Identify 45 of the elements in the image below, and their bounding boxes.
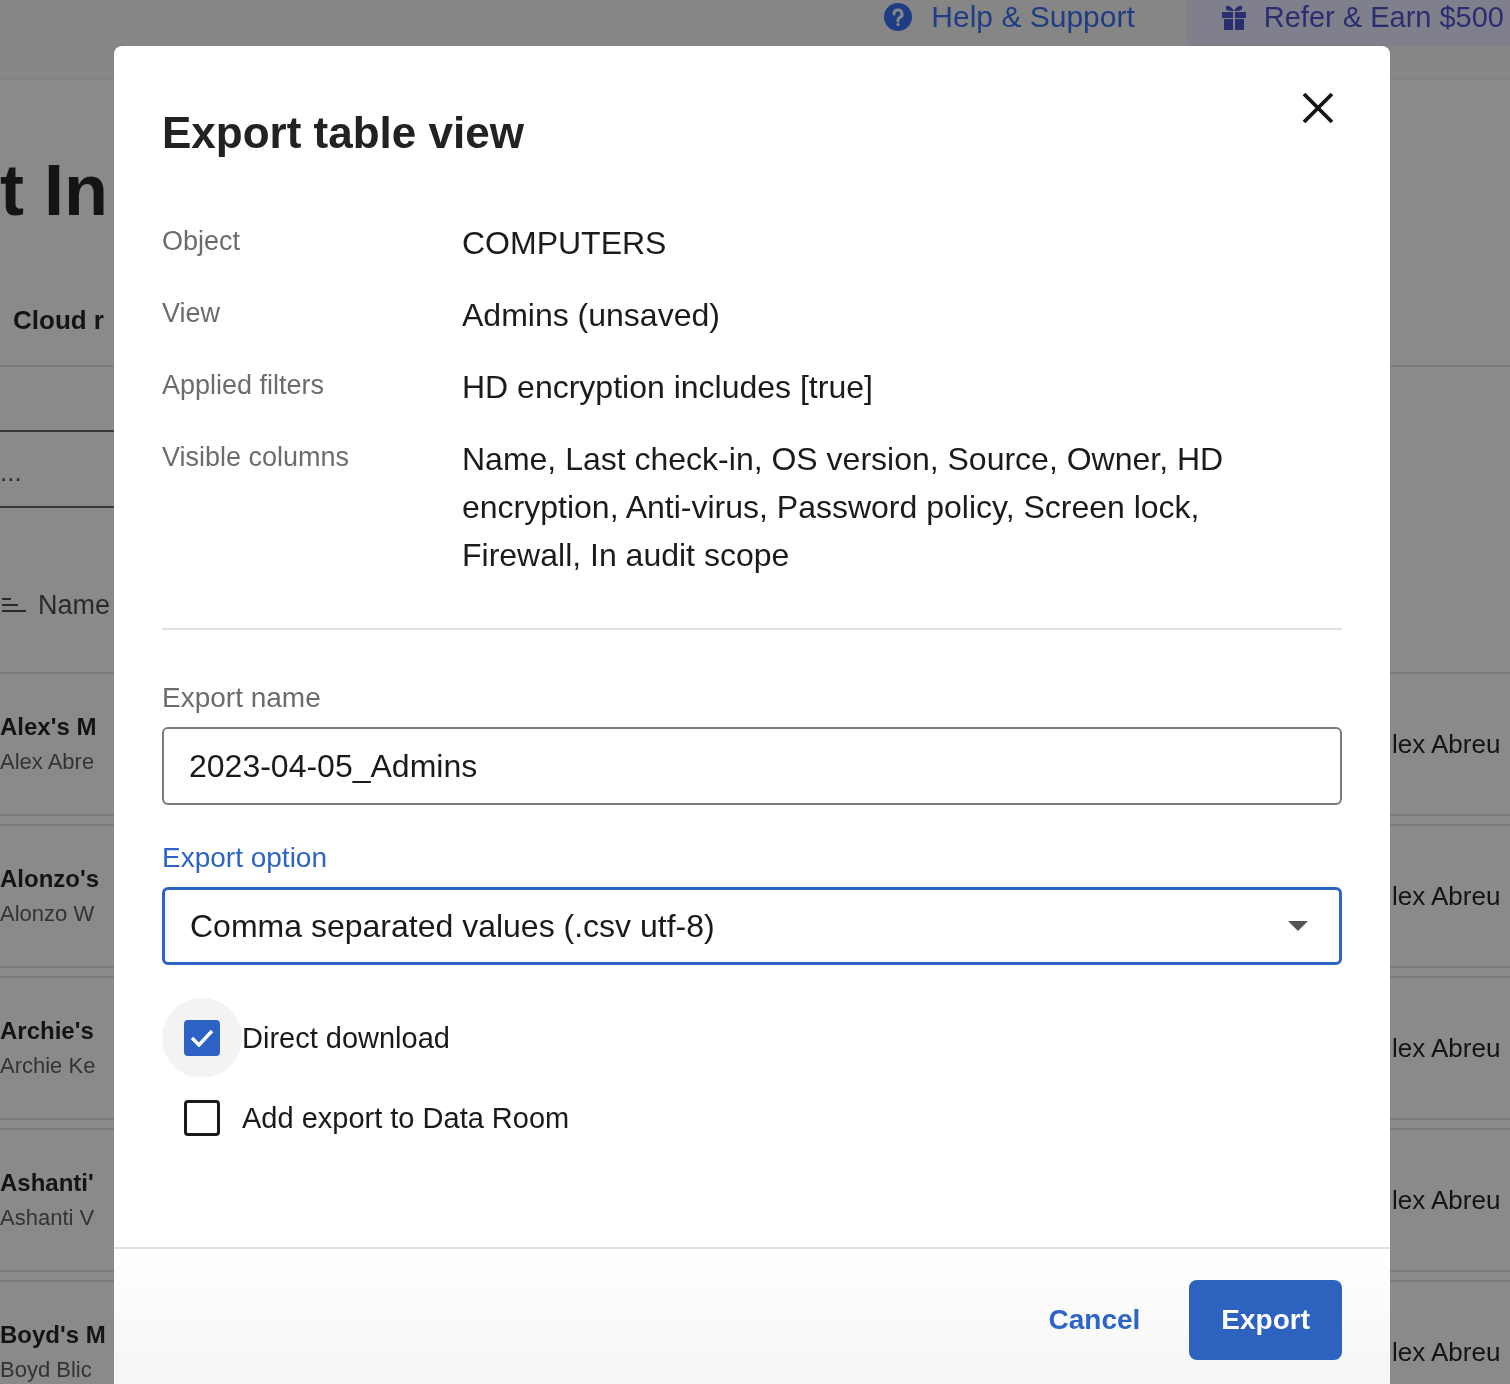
table-cell-text: lex Abreu: [1391, 1336, 1501, 1369]
owner-name: Archie Ke: [0, 1052, 96, 1080]
device-name: Archie's: [0, 1016, 94, 1046]
sort-icon: [2, 598, 26, 612]
detail-value: COMPUTERS: [462, 224, 667, 263]
checkbox-label[interactable]: Direct download: [242, 1020, 450, 1056]
caret-icon: [1288, 921, 1308, 931]
export-option-select[interactable]: Comma separated values (.csv utf-8): [162, 887, 1342, 965]
device-name: Boyd's M: [0, 1320, 106, 1350]
detail-value: HD encryption includes [true]: [462, 368, 873, 407]
field-label: Export option: [162, 841, 327, 875]
detail-label: Object: [162, 225, 241, 258]
owner-name: Alex Abre: [0, 748, 95, 776]
gift-icon: [1219, 3, 1248, 31]
detail-label: View: [162, 297, 221, 330]
device-name: Alonzo's: [0, 864, 100, 894]
detail-label: Applied filters: [162, 369, 325, 402]
page-title: t In: [0, 154, 108, 226]
table-cell-text: lex Abreu: [1391, 728, 1501, 761]
help-link[interactable]: Help & Support: [884, 0, 1135, 34]
tab[interactable]: Cloud r: [0, 304, 104, 336]
owner-name: Ashanti V: [0, 1204, 95, 1232]
export-button[interactable]: Export: [1189, 1280, 1342, 1360]
checkbox-label[interactable]: Add export to Data Room: [242, 1100, 570, 1136]
table-cell-text: lex Abreu: [1391, 880, 1501, 913]
dialog-title: Export table view: [162, 107, 524, 159]
check-icon: [190, 1029, 214, 1047]
referral-button[interactable]: Refer & Earn $500: [1186, 0, 1510, 46]
device-name: Ashanti': [0, 1168, 94, 1198]
column-header[interactable]: Name: [0, 588, 111, 622]
field-label: Export name: [162, 681, 321, 715]
checkbox[interactable]: [184, 1100, 220, 1136]
table-cell-text: lex Abreu: [1391, 1032, 1501, 1065]
cancel-button[interactable]: Cancel: [1032, 1280, 1157, 1360]
help-icon: [884, 3, 913, 31]
owner-name: Boyd Blic: [0, 1356, 92, 1384]
detail-label: Visible columns: [162, 441, 350, 474]
detail-value: Admins (unsaved): [462, 296, 720, 335]
owner-name: Alonzo W: [0, 900, 95, 928]
export-name-field[interactable]: 2023-04-05_Admins: [162, 727, 1342, 805]
detail-value: Name, Last check-in, OS version, Source, Owner, HD encryption, Anti-virus, Password policy, Screen lock, Firewall, In audit scope: [462, 440, 1225, 575]
table-cell-text: lex Abreu: [1391, 1184, 1501, 1217]
close-icon: [1302, 92, 1334, 124]
close-button[interactable]: [1302, 92, 1334, 124]
device-name: Alex's M: [0, 712, 97, 742]
